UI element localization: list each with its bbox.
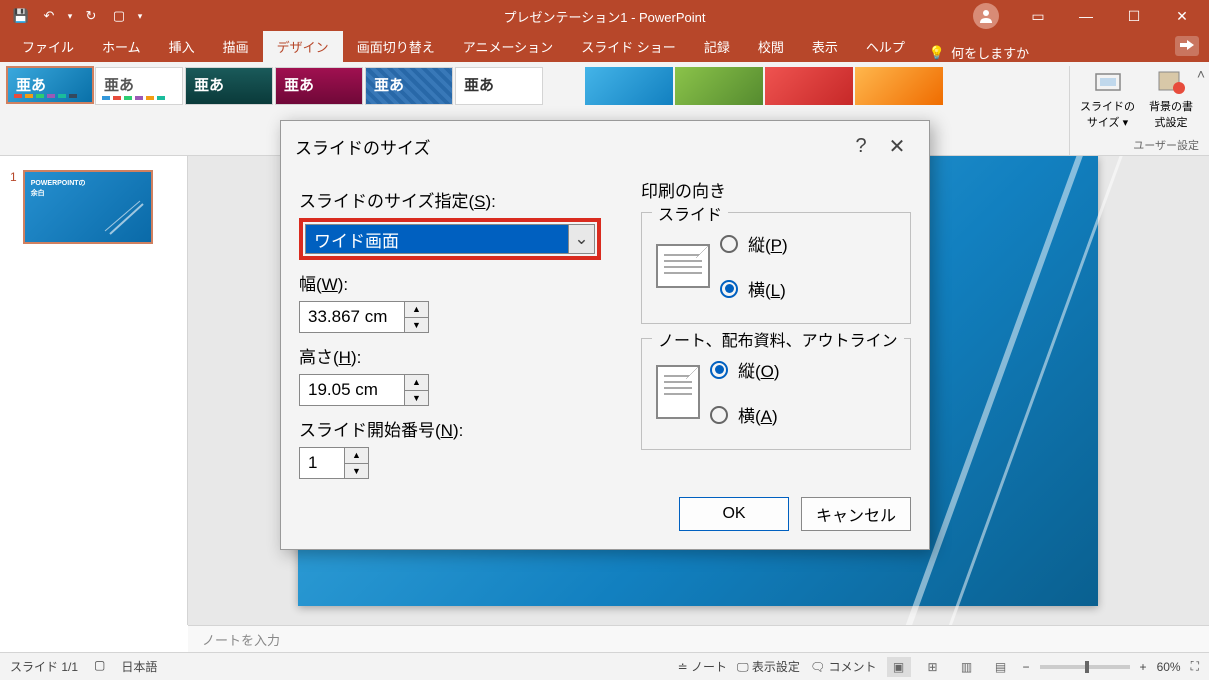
start-from-beginning-icon[interactable]: ▢ xyxy=(106,3,132,29)
height-input[interactable]: 19.05 cm▲▼ xyxy=(299,374,429,406)
language-indicator[interactable]: 日本語 xyxy=(121,658,157,675)
tab-transitions[interactable]: 画面切り替え xyxy=(343,31,449,62)
width-label: 幅(W): xyxy=(299,270,601,295)
dialog-help-button[interactable]: ? xyxy=(843,131,879,161)
window-title: プレゼンテーション1 - PowerPoint xyxy=(503,7,705,26)
format-background-icon xyxy=(1157,70,1185,96)
customize-group-label: ユーザー設定 xyxy=(1133,137,1199,153)
start-spinner[interactable]: ▲▼ xyxy=(344,448,368,478)
comments-toggle[interactable]: 🗨 コメント xyxy=(810,658,877,675)
orientation-title: 印刷の向き xyxy=(641,177,911,202)
user-avatar[interactable] xyxy=(973,3,999,29)
height-label: 高さ(H): xyxy=(299,343,601,368)
zoom-in-icon[interactable]: + xyxy=(1140,660,1147,674)
slide-size-dialog: スライドのサイズ ? ✕ スライドのサイズ指定(S): ワイド画面 ⌄ 幅(W)… xyxy=(280,120,930,550)
tab-home[interactable]: ホーム xyxy=(88,31,155,62)
slide-counter[interactable]: スライド 1/1 xyxy=(10,658,78,675)
portrait-page-icon xyxy=(656,365,700,419)
notes-portrait-radio[interactable]: 縦(O) xyxy=(710,357,780,382)
reading-view-icon[interactable]: ▥ xyxy=(955,657,979,677)
width-spinner[interactable]: ▲▼ xyxy=(404,302,428,332)
theme-thumb-5[interactable]: 亜あ xyxy=(365,67,453,105)
theme-thumb-6[interactable]: 亜あ xyxy=(455,67,543,105)
height-spinner[interactable]: ▲▼ xyxy=(404,375,428,405)
normal-view-icon[interactable]: ▣ xyxy=(887,657,911,677)
variant-thumb-2[interactable] xyxy=(675,67,763,105)
width-input[interactable]: 33.867 cm▲▼ xyxy=(299,301,429,333)
qat-dropdown-icon[interactable]: ▾ xyxy=(134,3,146,29)
undo-dropdown-icon[interactable]: ▾ xyxy=(64,3,76,29)
start-number-input[interactable]: 1▲▼ xyxy=(299,447,369,479)
tab-review[interactable]: 校閲 xyxy=(744,31,798,62)
landscape-page-icon xyxy=(656,244,710,288)
slide-orientation-group: スライド 縦(P) 横(L) xyxy=(641,212,911,324)
tell-me-search[interactable]: 💡 何をしますか xyxy=(929,43,1029,62)
collapse-ribbon-icon[interactable]: ˄ xyxy=(1197,66,1205,82)
fit-to-window-icon[interactable]: ⛶ xyxy=(1191,659,1199,674)
minimize-button[interactable]: — xyxy=(1063,0,1109,32)
tab-record[interactable]: 記録 xyxy=(690,31,744,62)
chevron-down-icon: ⌄ xyxy=(568,225,594,253)
title-bar: 💾 ↶ ▾ ↻ ▢ ▾ プレゼンテーション1 - PowerPoint ▭ — … xyxy=(0,0,1209,32)
notes-toggle[interactable]: ≐ ノート xyxy=(678,658,727,675)
notes-landscape-radio[interactable]: 横(A) xyxy=(710,402,780,427)
zoom-out-icon[interactable]: − xyxy=(1023,660,1030,674)
status-bar: スライド 1/1 ▢ 日本語 ≐ ノート 🖵 表示設定 🗨 コメント ▣ ⊞ ▥… xyxy=(0,652,1209,680)
slide-sorter-view-icon[interactable]: ⊞ xyxy=(921,657,945,677)
variant-thumb-3[interactable] xyxy=(765,67,853,105)
tab-file[interactable]: ファイル xyxy=(8,31,88,62)
ribbon-display-icon[interactable]: ▭ xyxy=(1015,0,1061,32)
save-icon[interactable]: 💾 xyxy=(8,3,34,29)
tab-draw[interactable]: 描画 xyxy=(209,31,263,62)
zoom-level[interactable]: 60% xyxy=(1157,660,1181,674)
ok-button[interactable]: OK xyxy=(679,497,789,531)
slide-size-icon xyxy=(1094,70,1122,96)
slide-number: 1 xyxy=(10,170,17,244)
size-select-highlight: ワイド画面 ⌄ xyxy=(299,218,601,260)
tab-slideshow[interactable]: スライド ショー xyxy=(567,31,690,62)
redo-icon[interactable]: ↻ xyxy=(78,3,104,29)
slide-thumbnail-1[interactable]: POWERPOINTの 余白 xyxy=(23,170,153,244)
tab-design[interactable]: デザイン xyxy=(263,31,343,62)
close-button[interactable]: ✕ xyxy=(1159,0,1205,32)
slide-thumbnail-panel[interactable]: 1 POWERPOINTの 余白 xyxy=(0,156,188,625)
tab-help[interactable]: ヘルプ xyxy=(852,31,919,62)
start-number-label: スライド開始番号(N): xyxy=(299,416,601,441)
theme-thumb-3[interactable]: 亜あ xyxy=(185,67,273,105)
share-button[interactable] xyxy=(1175,36,1199,56)
theme-thumb-1[interactable]: 亜あ xyxy=(6,66,94,104)
dialog-title: スライドのサイズ xyxy=(295,134,431,159)
undo-icon[interactable]: ↶ xyxy=(36,3,62,29)
theme-thumb-4[interactable]: 亜あ xyxy=(275,67,363,105)
variant-thumb-4[interactable] xyxy=(855,67,943,105)
spell-check-icon[interactable]: ▢ xyxy=(94,658,105,675)
slide-portrait-radio[interactable]: 縦(P) xyxy=(720,231,788,256)
tab-view[interactable]: 表示 xyxy=(798,31,852,62)
display-settings[interactable]: 🖵 表示設定 xyxy=(737,658,800,675)
variant-thumb-1[interactable] xyxy=(585,67,673,105)
dialog-close-button[interactable]: ✕ xyxy=(879,131,915,161)
maximize-button[interactable]: ☐ xyxy=(1111,0,1157,32)
notes-orientation-group: ノート、配布資料、アウトライン 縦(O) 横(A) xyxy=(641,338,911,450)
cancel-button[interactable]: キャンセル xyxy=(801,497,911,531)
quick-access-toolbar: 💾 ↶ ▾ ↻ ▢ ▾ xyxy=(0,3,146,29)
lightbulb-icon: 💡 xyxy=(929,45,945,61)
tab-insert[interactable]: 挿入 xyxy=(155,31,209,62)
tab-animations[interactable]: アニメーション xyxy=(449,31,567,62)
size-spec-label: スライドのサイズ指定(S): xyxy=(299,187,601,212)
zoom-slider[interactable] xyxy=(1040,665,1130,669)
slideshow-view-icon[interactable]: ▤ xyxy=(989,657,1013,677)
theme-thumb-2[interactable]: 亜あ xyxy=(95,67,183,105)
slide-landscape-radio[interactable]: 横(L) xyxy=(720,276,788,301)
slide-size-select[interactable]: ワイド画面 ⌄ xyxy=(305,224,595,254)
slide-size-button[interactable]: スライドの サイズ ▾ xyxy=(1080,70,1135,151)
ribbon-tabs: ファイル ホーム 挿入 描画 デザイン 画面切り替え アニメーション スライド … xyxy=(0,32,1209,62)
notes-pane[interactable]: ノートを入力 xyxy=(188,625,1209,652)
